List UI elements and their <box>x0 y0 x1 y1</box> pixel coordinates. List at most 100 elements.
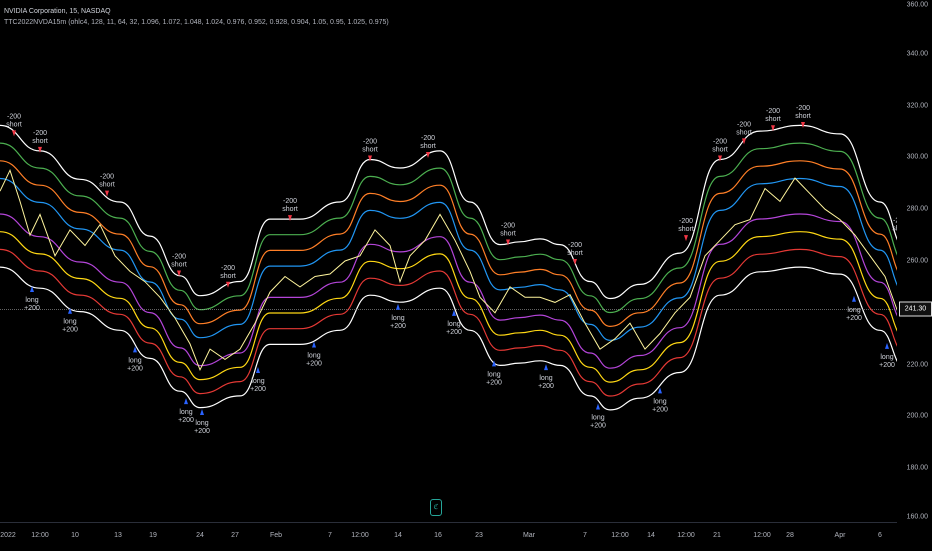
signal-sublabel: short <box>282 206 298 213</box>
signal-label: long <box>880 354 893 361</box>
signal-long-1: long+200 <box>24 285 40 312</box>
time-axis[interactable]: 2022 12:00 10 13 19 24 27 Feb 7 12:00 14 16 23 Mar 7 12… <box>0 522 897 551</box>
signal-label: -200 <box>100 174 114 181</box>
signal-label: -200 <box>713 138 727 145</box>
signal-short-arrow-icon <box>288 215 292 222</box>
signal-sublabel: +200 <box>486 379 502 386</box>
signal-long-arrow-icon <box>596 403 600 410</box>
signal-sublabel: +200 <box>62 327 78 334</box>
signal-sublabel: short <box>567 250 583 257</box>
signal-long-16: long+200 <box>446 309 462 336</box>
signal-short-2: -200short <box>32 130 48 153</box>
price-tick-label: 220.00 <box>906 361 928 369</box>
signal-sublabel: short <box>712 146 728 153</box>
price-tick-label: 340.00 <box>906 50 928 58</box>
signal-short-26: -200short <box>765 108 781 132</box>
signal-sublabel: +200 <box>178 417 194 424</box>
signal-sublabel: +200 <box>590 423 606 430</box>
signal-label: long <box>128 357 141 364</box>
signal-label: long <box>847 307 860 314</box>
time-tick-label: 10 <box>71 532 79 539</box>
signal-label: long <box>591 415 604 422</box>
price-axis[interactable]: 160.00180.00200.00220.00240.00260.00280.… <box>897 0 932 522</box>
signal-label: long <box>307 352 320 359</box>
tradingview-logo-icon[interactable]: ℭ <box>430 499 442 516</box>
time-tick-label: 19 <box>149 532 157 539</box>
signal-sublabel: +200 <box>879 362 895 369</box>
time-tick-label: 14 <box>647 532 655 539</box>
price-tick-label: 160.00 <box>906 513 928 521</box>
time-tick-label: 12:00 <box>31 532 49 539</box>
signal-long-17: long+200 <box>486 360 502 386</box>
signal-long-19: long+200 <box>538 364 554 390</box>
signal-sublabel: +200 <box>390 323 406 330</box>
signal-long-12: long+200 <box>306 341 322 367</box>
signal-short-arrow-icon <box>718 155 722 162</box>
signal-label: -200 <box>501 222 515 229</box>
signal-long-arrow-icon <box>885 342 889 349</box>
time-tick-label: 24 <box>196 532 204 539</box>
signal-long-arrow-icon <box>658 387 662 394</box>
time-tick-label: 23 <box>475 532 483 539</box>
price-tick-label: 280.00 <box>906 205 928 213</box>
signal-sublabel: +200 <box>652 406 668 413</box>
signal-label: -200 <box>737 121 751 128</box>
signal-label: -200 <box>568 242 582 249</box>
time-tick-label: 12:00 <box>753 532 771 539</box>
chart-root: -200 short long +200 -200 short long +200 -200 sh… <box>0 0 932 550</box>
signal-short-27: -200short <box>795 105 811 129</box>
signal-label: long <box>539 375 552 382</box>
signal-label: long <box>179 409 192 416</box>
signal-short-20: -200short <box>567 242 583 266</box>
price-chart-plot[interactable]: -200shortlong+200-200shortlong+200-200sh… <box>0 0 897 522</box>
signal-long-8: long+200 <box>194 409 210 435</box>
signal-sublabel: short <box>6 121 22 128</box>
signal-short-arrow-icon <box>38 146 42 153</box>
signal-short-arrow-icon <box>684 235 688 242</box>
signal-label: long <box>25 297 38 304</box>
signal-sublabel: short <box>220 273 236 280</box>
signal-short-13: -200short <box>362 138 378 162</box>
signal-sublabel: +200 <box>194 428 210 435</box>
signal-sublabel: +200 <box>127 365 143 372</box>
indicator-title[interactable]: TTC2022NVDA15m (ohlc4, 128, 11, 64, 32, … <box>4 17 389 28</box>
signal-short-25: -200short <box>736 121 752 145</box>
signal-label: -200 <box>221 265 235 272</box>
signal-sublabel: short <box>32 138 48 145</box>
signal-label: long <box>653 398 666 405</box>
chart-legend[interactable]: NVIDIA Corporation, 15, NASDAQ TTC2022NV… <box>4 6 389 28</box>
envelope-band-0 <box>0 124 897 300</box>
last-price-badge: 241.30 <box>899 301 932 317</box>
signal-label: -200 <box>363 138 377 145</box>
signal-label: long <box>391 315 404 322</box>
price-tick-label: 200.00 <box>906 412 928 420</box>
signal-sublabel: short <box>678 226 694 233</box>
time-tick-label: 12:00 <box>677 532 695 539</box>
time-tick-label: 2022 <box>0 532 16 539</box>
signal-label: long <box>487 371 500 378</box>
time-tick-label: 12:00 <box>351 532 369 539</box>
signal-label: long <box>195 420 208 427</box>
signal-sublabel: +200 <box>250 386 266 393</box>
signal-short-arrow-icon <box>368 155 372 162</box>
time-tick-label: Mar <box>522 532 536 539</box>
signal-sublabel: +200 <box>538 383 554 390</box>
signal-label: long <box>447 321 460 328</box>
time-tick-label: 7 <box>583 532 587 539</box>
signal-sublabel: +200 <box>306 360 322 367</box>
signal-label: -200 <box>421 135 435 142</box>
signal-label: -200 <box>33 130 47 137</box>
signal-sublabel: short <box>362 146 378 153</box>
price-tick-label: 360.00 <box>906 1 928 9</box>
price-tick-label: 300.00 <box>906 153 928 161</box>
signal-sublabel: short <box>736 129 752 136</box>
signal-label: long <box>63 319 76 326</box>
signal-label: -200 <box>172 254 186 261</box>
signal-long-arrow-icon <box>396 303 400 310</box>
signal-sublabel: +200 <box>446 329 462 336</box>
signal-sublabel: short <box>420 143 436 150</box>
signal-short-arrow-icon <box>573 259 577 266</box>
symbol-title[interactable]: NVIDIA Corporation, 15, NASDAQ <box>4 6 389 17</box>
time-tick-label: 6 <box>878 532 882 539</box>
signal-short-0: -200short <box>6 113 22 137</box>
